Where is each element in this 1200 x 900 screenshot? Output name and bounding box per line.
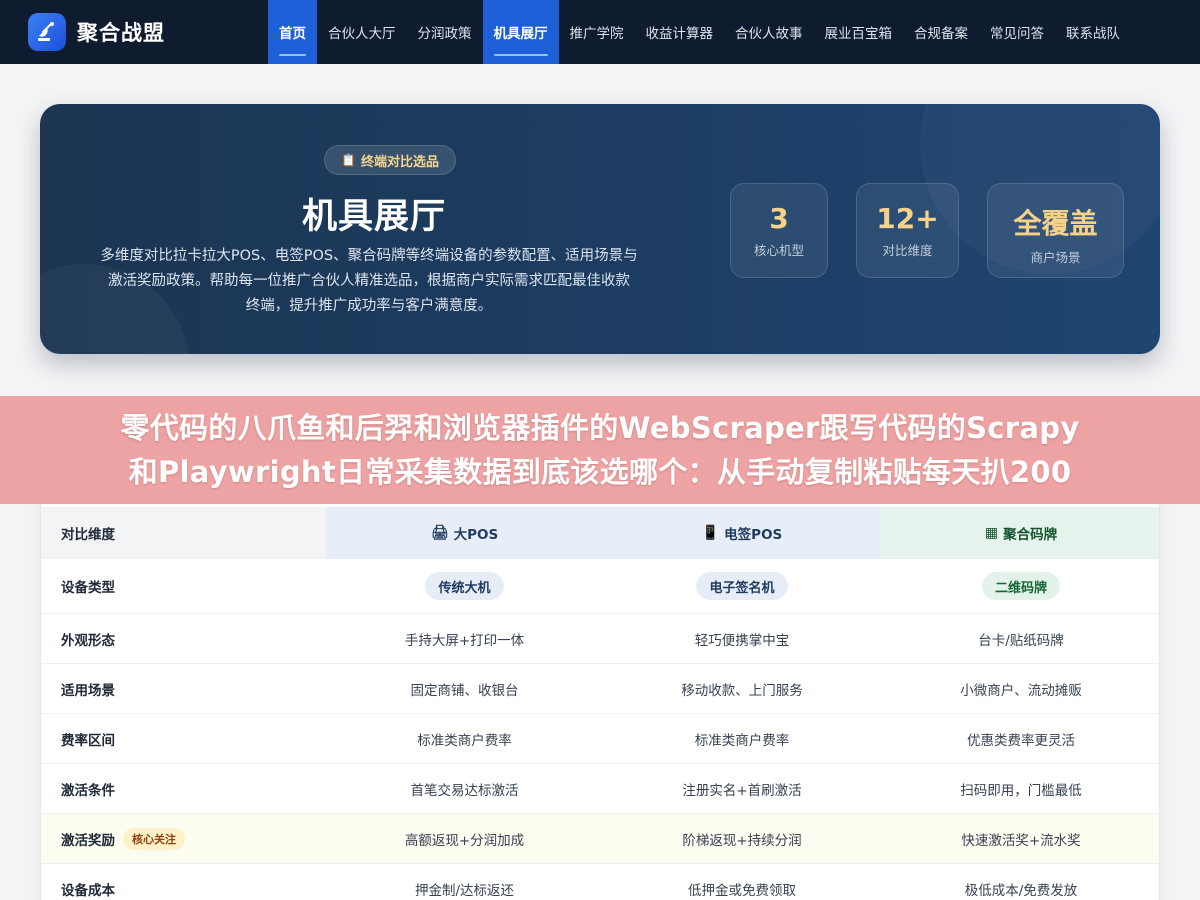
- nav-item-contact[interactable]: 联系战队: [1055, 0, 1131, 64]
- row-label-text: 激活奖励: [61, 832, 115, 849]
- row-label: 设备类型: [61, 580, 115, 596]
- table-cell: 固定商铺、收银台: [410, 682, 519, 699]
- banner-line: 零代码的八爪鱼和后羿和浏览器插件的WebScraper跟写代码的Scrapy: [120, 411, 1080, 445]
- table-cell: 传统大机: [326, 572, 603, 600]
- nav-item-faq[interactable]: 常见问答: [979, 0, 1055, 64]
- header-e-sign-pos[interactable]: 📱 电签POS: [603, 507, 881, 559]
- table-cell: 移动收款、上门服务: [681, 682, 803, 699]
- header-label: 电签POS: [724, 527, 783, 543]
- table-cell: 阶梯返现+持续分润: [682, 832, 802, 849]
- device-type-chip: 二维码牌: [981, 572, 1060, 600]
- table-cell: 优惠类费率更灵活: [967, 732, 1075, 749]
- hero-section: 📋 终端对比选品 机具展厅 多维度对比拉卡拉大POS、电签POS、聚合码牌等终端…: [40, 104, 1160, 354]
- table-cell: 二维码牌: [881, 572, 1159, 600]
- header-dimension: 对比维度: [41, 507, 326, 559]
- nav-item-stories[interactable]: 合伙人故事: [724, 0, 814, 64]
- brand-name: 聚合战盟: [77, 21, 165, 45]
- nav-item-calculator[interactable]: 收益计算器: [635, 0, 725, 64]
- satellite-dish-icon: [28, 13, 66, 51]
- nav-item-toolbox[interactable]: 展业百宝箱: [814, 0, 904, 64]
- stat-value: 12+: [876, 202, 939, 235]
- stat-label: 核心机型: [753, 243, 804, 258]
- stat-label: 商户场景: [1030, 250, 1081, 265]
- table-cell: 手持大屏+打印一体: [404, 632, 525, 649]
- stat-card-coverage: 全覆盖 商户场景: [987, 183, 1124, 278]
- hero-badge: 📋 终端对比选品: [324, 145, 456, 175]
- table-row: 适用场景 固定商铺、收银台 移动收款、上门服务 小微商户、流动摊贩: [41, 664, 1159, 714]
- stat-value: 3: [769, 202, 789, 235]
- stat-value: 全覆盖: [1013, 207, 1098, 240]
- table-cell: 低押金或免费领取: [688, 882, 796, 899]
- hero-badge-label: 终端对比选品: [360, 154, 439, 170]
- table-cell: 首笔交易达标激活: [410, 782, 519, 799]
- mobile-phone-icon: 📱: [701, 525, 720, 541]
- row-label: 费率区间: [61, 732, 115, 749]
- comparison-table: 对比维度 🖨 大POS 📱 电签POS ▦ 聚合码牌 设备类型 传统大机 电子签…: [40, 450, 1160, 900]
- table-cell: 轻巧便携掌中宝: [694, 632, 790, 649]
- table-row: 外观形态 手持大屏+打印一体 轻巧便携掌中宝 台卡/贴纸码牌: [41, 614, 1159, 664]
- table-cell: 电子签名机: [603, 572, 881, 600]
- table-cell: 小微商户、流动摊贩: [960, 682, 1082, 699]
- row-label: 激活奖励 核心关注: [41, 827, 326, 850]
- table-row: 费率区间 标准类商户费率 标准类商户费率 优惠类费率更灵活: [41, 714, 1159, 764]
- stat-card-models: 3 核心机型: [730, 183, 828, 278]
- row-label: 设备成本: [61, 882, 115, 899]
- table-cell: 快速激活奖+流水奖: [961, 832, 1081, 849]
- top-navigation-bar: 聚合战盟 首页 合伙人大厅 分润政策 机具展厅 推广学院 收益计算器 合伙人故事…: [0, 0, 1200, 64]
- hero-description: 多维度对比拉卡拉大POS、电签POS、聚合码牌等终端设备的参数配置、适用场景与 …: [76, 244, 662, 319]
- banner-line: 和Playwright日常采集数据到底该选哪个：从手动复制粘贴每天扒200: [128, 455, 1072, 489]
- header-label: 大POS: [453, 527, 499, 543]
- page-title: 机具展厅: [301, 197, 446, 237]
- overlay-title-banner: 零代码的八爪鱼和后羿和浏览器插件的WebScraper跟写代码的Scrapy 和…: [0, 396, 1200, 504]
- table-cell: 注册实名+首刷激活: [682, 782, 802, 799]
- nav-item-academy[interactable]: 推广学院: [559, 0, 635, 64]
- table-row: 激活条件 首笔交易达标激活 注册实名+首刷激活 扫码即用，门槛最低: [41, 764, 1159, 814]
- table-cell: 标准类商户费率: [417, 732, 512, 749]
- hero-description-line: 终端，提升推广成功率与客户满意度。: [245, 298, 493, 314]
- table-row: 激活奖励 核心关注 高额返现+分润加成 阶梯返现+持续分润 快速激活奖+流水奖: [41, 814, 1159, 864]
- table-cell: 高额返现+分润加成: [404, 832, 525, 849]
- table-cell: 台卡/贴纸码牌: [978, 632, 1064, 649]
- device-type-chip: 传统大机: [425, 572, 504, 600]
- hero-description-line: 多维度对比拉卡拉大POS、电签POS、聚合码牌等终端设备的参数配置、适用场景与: [100, 248, 638, 264]
- printer-icon: 🖨: [430, 525, 449, 541]
- table-header: 对比维度 🖨 大POS 📱 电签POS ▦ 聚合码牌: [41, 507, 1159, 559]
- header-label: 聚合码牌: [1003, 527, 1058, 543]
- hero-description-line: 激活奖励政策。帮助每一位推广合伙人精准选品，根据商户实际需求匹配最佳收款: [108, 273, 630, 289]
- stat-label: 对比维度: [882, 243, 933, 258]
- nav-item-profit-policy[interactable]: 分润政策: [407, 0, 483, 64]
- core-focus-tag: 核心关注: [123, 827, 185, 850]
- table-cell: 标准类商户费率: [694, 732, 790, 749]
- stat-card-dimensions: 12+ 对比维度: [856, 183, 959, 278]
- clipboard-icon: 📋: [341, 153, 356, 167]
- table-cell: 押金制/达标返还: [414, 882, 515, 899]
- nav-item-partner-hall[interactable]: 合伙人大厅: [317, 0, 407, 64]
- table-row: 设备成本 押金制/达标返还 低押金或免费领取 极低成本/免费发放: [41, 864, 1159, 900]
- nav-item-home[interactable]: 首页: [268, 0, 317, 64]
- brand[interactable]: 聚合战盟: [28, 13, 165, 51]
- device-type-chip: 电子签名机: [696, 572, 788, 600]
- table-body: 设备类型 传统大机 电子签名机 二维码牌 外观形态 手持大屏+打印一体 轻巧便携…: [41, 559, 1159, 900]
- table-cell: 扫码即用，门槛最低: [960, 782, 1082, 799]
- header-big-pos[interactable]: 🖨 大POS: [326, 507, 603, 559]
- main-menu: 首页 合伙人大厅 分润政策 机具展厅 推广学院 收益计算器 合伙人故事 展业百宝…: [268, 0, 1131, 64]
- row-label: 激活条件: [61, 782, 115, 799]
- header-qr-sign[interactable]: ▦ 聚合码牌: [881, 507, 1159, 559]
- nav-item-device-showroom[interactable]: 机具展厅: [482, 0, 559, 64]
- table-cell: 极低成本/免费发放: [964, 882, 1078, 899]
- table-row: 设备类型 传统大机 电子签名机 二维码牌: [41, 559, 1159, 614]
- row-label: 适用场景: [61, 682, 115, 699]
- nav-item-compliance[interactable]: 合规备案: [903, 0, 979, 64]
- row-label: 外观形态: [61, 632, 115, 649]
- qr-sign-icon: ▦: [984, 525, 999, 541]
